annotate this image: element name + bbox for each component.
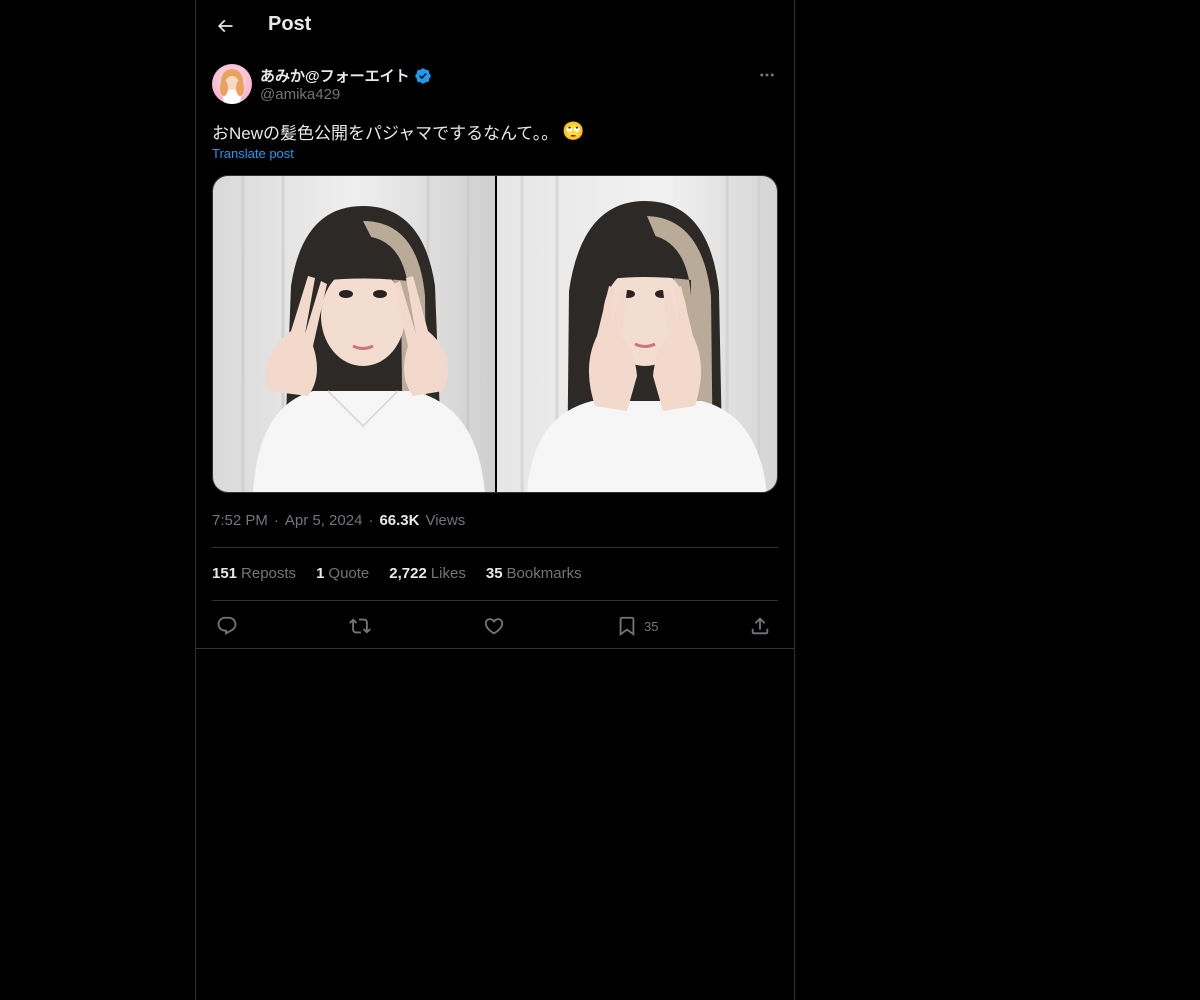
- share-icon: [749, 615, 771, 637]
- post-media: [212, 175, 778, 493]
- user-handle[interactable]: @amika429: [260, 86, 340, 103]
- post-stats: 151 Reposts 1 Quote 2,722 Likes 35 Bookm…: [212, 565, 582, 582]
- post-text-body: おNewの髪色公開をパジャマでするなんて。。: [212, 124, 559, 143]
- like-button[interactable]: [483, 612, 505, 640]
- more-options-button[interactable]: [756, 64, 778, 86]
- repost-button[interactable]: [349, 612, 371, 640]
- repost-icon: [349, 615, 371, 637]
- bookmarks-label: Bookmarks: [506, 565, 582, 582]
- quotes-count: 1: [316, 565, 325, 582]
- likes-stat[interactable]: 2,722 Likes: [389, 565, 466, 582]
- heart-icon: [483, 615, 505, 637]
- avatar[interactable]: [212, 64, 252, 104]
- views-count: 66.3K: [379, 512, 420, 529]
- bookmarks-stat[interactable]: 35 Bookmarks: [486, 565, 582, 582]
- meta-separator-2: ·: [368, 512, 374, 529]
- post-actions: 35: [212, 612, 778, 640]
- post-author: あみか@フォーエイト @amika429: [212, 64, 778, 108]
- likes-count: 2,722: [389, 565, 427, 582]
- share-button[interactable]: [749, 612, 771, 640]
- photo-left[interactable]: [213, 176, 495, 492]
- page-title: Post: [268, 13, 312, 35]
- views-label: Views: [425, 512, 466, 529]
- bookmark-count: 35: [644, 618, 659, 634]
- meta-separator: ·: [273, 512, 279, 529]
- quotes-label: Quote: [328, 565, 370, 582]
- likes-label: Likes: [430, 565, 466, 582]
- divider-bottom: [212, 600, 778, 601]
- post-bottom-border: [196, 648, 794, 649]
- bookmark-icon: [616, 615, 638, 637]
- reply-icon: [216, 615, 238, 637]
- face-with-rolling-eyes-icon: 🙄: [562, 121, 585, 142]
- post-header: Post: [196, 0, 794, 53]
- reposts-stat[interactable]: 151 Reposts: [212, 565, 296, 582]
- photo-right[interactable]: [497, 176, 777, 492]
- display-name[interactable]: あみか@フォーエイト: [260, 65, 410, 86]
- post-text: おNewの髪色公開をパジャマでするなんて。。 🙄: [212, 119, 585, 144]
- post-date[interactable]: Apr 5, 2024: [285, 512, 363, 529]
- bookmarks-count: 35: [485, 565, 503, 582]
- quotes-stat[interactable]: 1 Quote: [316, 565, 369, 582]
- reposts-label: Reposts: [241, 565, 297, 582]
- arrow-left-icon: [215, 16, 235, 36]
- reply-button[interactable]: [216, 612, 238, 640]
- more-horizontal-icon: [758, 66, 776, 84]
- translate-post-link[interactable]: Translate post: [212, 146, 294, 161]
- post-meta: 7:52 PM · Apr 5, 2024 · 66.3K Views: [212, 512, 465, 529]
- verified-badge-icon: [414, 67, 432, 85]
- reposts-count: 151: [212, 565, 238, 582]
- post-time[interactable]: 7:52 PM: [212, 512, 268, 529]
- back-button[interactable]: [208, 9, 242, 43]
- post-detail-column: Post あみか@フォーエイト @amika429 おNewの髪色公開をパジャマ…: [195, 0, 795, 1000]
- divider-top: [212, 547, 778, 548]
- bookmark-button[interactable]: 35: [616, 612, 658, 640]
